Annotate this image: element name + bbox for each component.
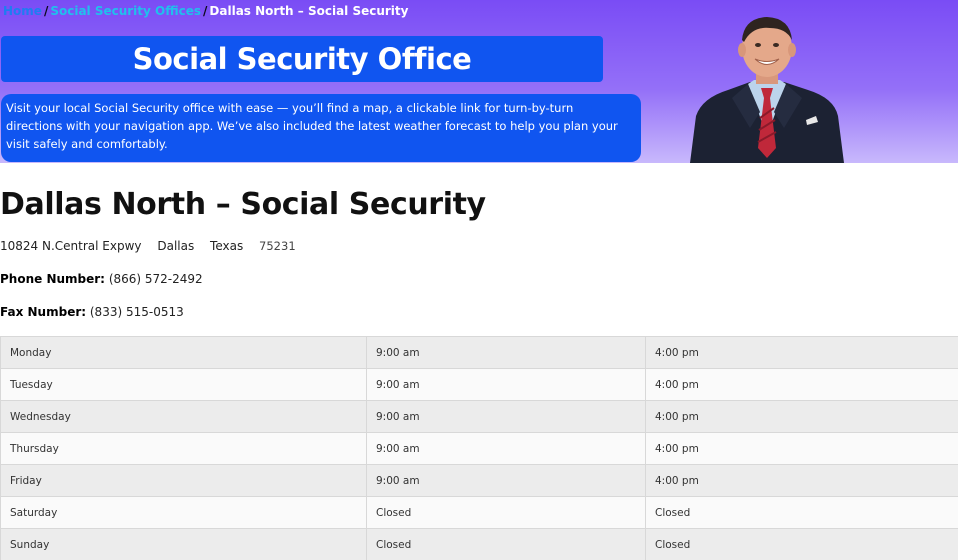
day-cell: Wednesday xyxy=(0,400,367,433)
fax-value: (833) 515-0513 xyxy=(89,305,184,319)
hero-title: Social Security Office xyxy=(132,42,472,76)
close-time-cell: 4:00 pm xyxy=(645,400,958,433)
open-time-cell: Closed xyxy=(366,496,646,529)
hero-description-box: Visit your local Social Security office … xyxy=(1,94,641,162)
day-cell: Sunday xyxy=(0,528,367,560)
hero-title-box: Social Security Office xyxy=(1,36,603,82)
office-hours-table: Monday 9:00 am 4:00 pm Tuesday 9:00 am 4… xyxy=(0,336,958,560)
table-row: Monday 9:00 am 4:00 pm xyxy=(0,336,958,369)
open-time-cell: 9:00 am xyxy=(366,464,646,497)
day-cell: Tuesday xyxy=(0,368,367,401)
close-time-cell: 4:00 pm xyxy=(645,464,958,497)
close-time-cell: 4:00 pm xyxy=(645,368,958,401)
address-street: 10824 N.Central Expwy xyxy=(0,239,142,253)
phone-value[interactable]: (866) 572-2492 xyxy=(109,272,203,286)
breadcrumb: Home / Social Security Offices / Dallas Nort… xyxy=(3,4,408,18)
day-cell: Saturday xyxy=(0,496,367,529)
page: Home / Social Security Offices / Dallas Nort… xyxy=(0,0,958,560)
fax-number-line: Fax Number: (833) 515-0513 xyxy=(0,305,184,319)
address-state: Texas xyxy=(210,239,244,253)
hero-banner: Home / Social Security Offices / Dallas Nort… xyxy=(0,0,958,163)
open-time-cell: 9:00 am xyxy=(366,368,646,401)
address-city: Dallas xyxy=(157,239,195,253)
day-cell: Friday xyxy=(0,464,367,497)
table-row: Saturday Closed Closed xyxy=(0,496,958,529)
table-row: Thursday 9:00 am 4:00 pm xyxy=(0,432,958,465)
close-time-cell: 4:00 pm xyxy=(645,336,958,369)
address-zip: 75231 xyxy=(259,239,296,253)
office-name-heading: Dallas North – Social Security xyxy=(0,187,486,222)
close-time-cell: Closed xyxy=(645,528,958,560)
open-time-cell: 9:00 am xyxy=(366,336,646,369)
open-time-cell: Closed xyxy=(366,528,646,560)
table-row: Sunday Closed Closed xyxy=(0,528,958,560)
agent-portrait-image xyxy=(690,17,844,163)
office-address: 10824 N.Central Expwy Dallas Texas 75231 xyxy=(0,239,308,253)
open-time-cell: 9:00 am xyxy=(366,400,646,433)
fax-label: Fax Number: xyxy=(0,305,87,319)
day-cell: Monday xyxy=(0,336,367,369)
breadcrumb-home-link[interactable]: Home xyxy=(3,4,42,18)
close-time-cell: 4:00 pm xyxy=(645,432,958,465)
breadcrumb-offices-link[interactable]: Social Security Offices xyxy=(50,4,201,18)
table-row: Friday 9:00 am 4:00 pm xyxy=(0,464,958,497)
table-row: Tuesday 9:00 am 4:00 pm xyxy=(0,368,958,401)
hero-description: Visit your local Social Security office … xyxy=(6,101,618,151)
table-row: Wednesday 9:00 am 4:00 pm xyxy=(0,400,958,433)
open-time-cell: 9:00 am xyxy=(366,432,646,465)
phone-number-line: Phone Number: (866) 572-2492 xyxy=(0,272,203,286)
breadcrumb-current: Dallas North – Social Security xyxy=(209,4,409,18)
day-cell: Thursday xyxy=(0,432,367,465)
phone-label: Phone Number: xyxy=(0,272,105,286)
close-time-cell: Closed xyxy=(645,496,958,529)
